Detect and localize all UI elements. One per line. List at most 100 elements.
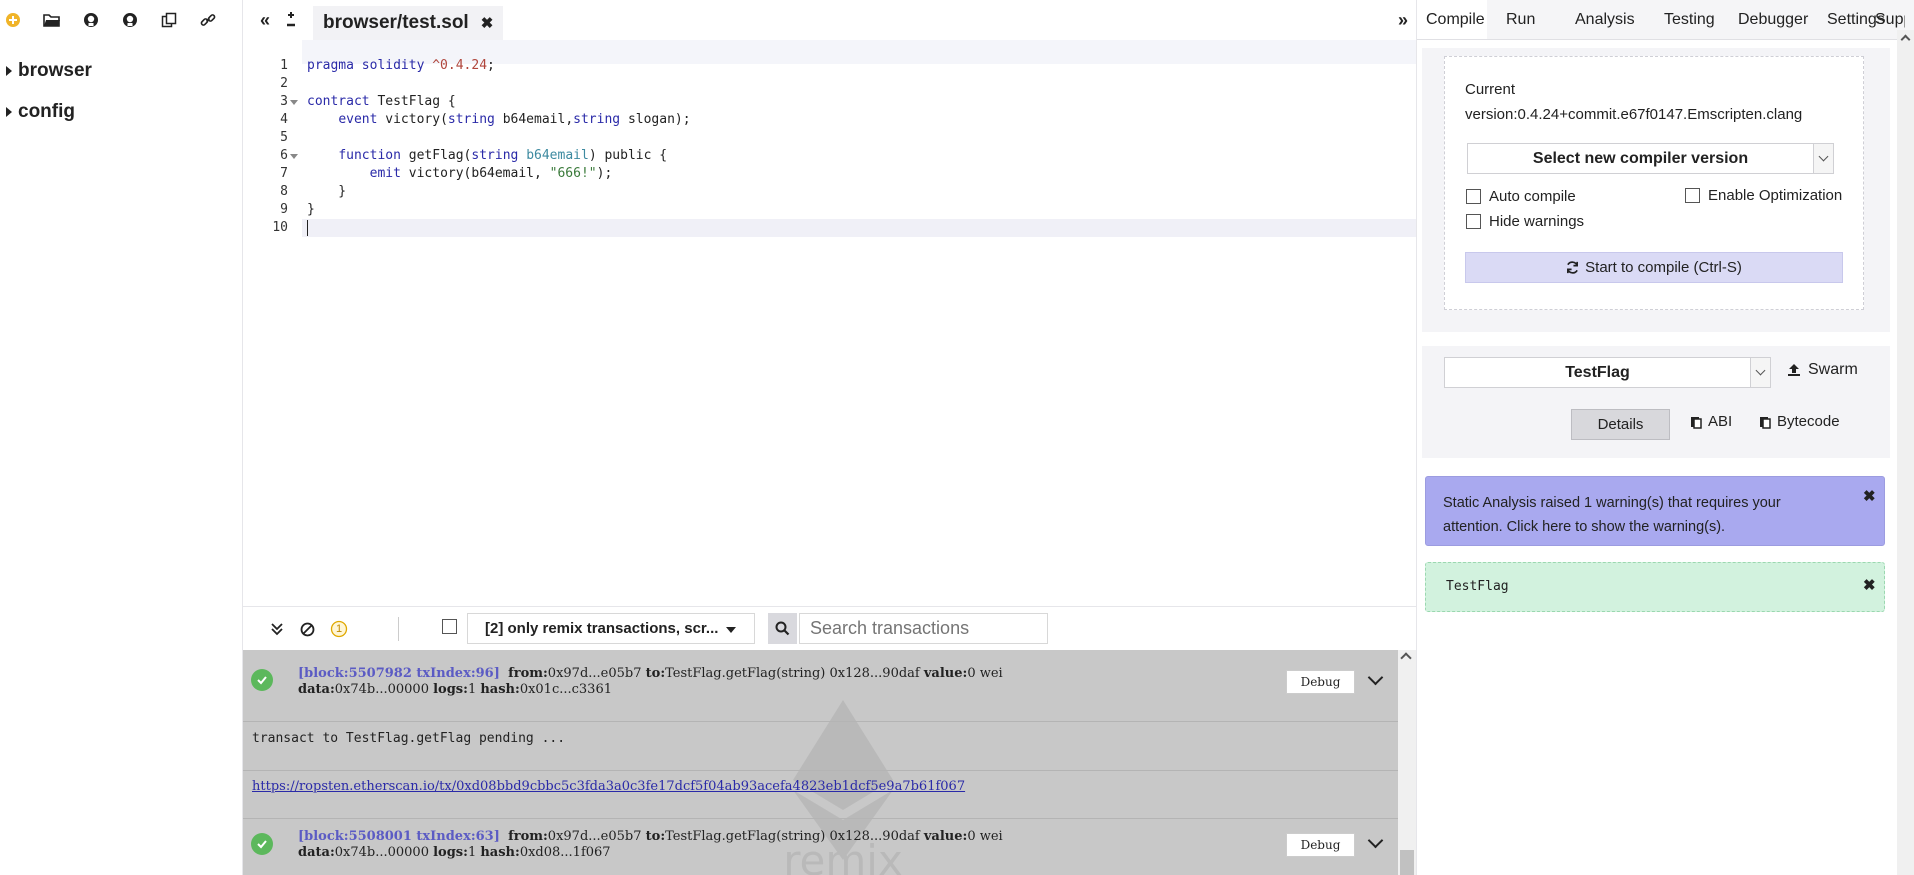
clear-terminal-icon[interactable] (297, 619, 317, 639)
search-transactions-input[interactable] (799, 613, 1048, 644)
code-area[interactable]: pragma solidity ^0.4.24; contract TestFl… (302, 40, 1416, 606)
field-value: TestFlag.getFlag(string) 0x128...90daf (665, 829, 920, 844)
bytecode-label: Bytecode (1777, 413, 1840, 430)
debug-button[interactable]: Debug (1286, 833, 1355, 857)
tree-folder-browser[interactable]: browser (6, 60, 92, 82)
terminal-toolbar: 1 [2] only remix transactions, scr... (243, 606, 1416, 650)
code-line: pragma solidity ^0.4.24; (307, 57, 495, 75)
check-icon (251, 833, 273, 855)
details-button[interactable]: Details (1571, 409, 1670, 440)
field-label: value: (923, 666, 968, 681)
block-info: [block:5507982 txIndex:96] (298, 666, 500, 681)
tree-folder-label: config (18, 101, 75, 122)
contract-select[interactable]: TestFlag (1444, 357, 1771, 388)
github-publish-icon[interactable] (81, 10, 101, 30)
field-value: 0x74b...00000 (334, 845, 429, 860)
file-tab[interactable]: browser/test.sol ✖ (313, 6, 504, 40)
contract-card: TestFlag Swarm Details ABI Bytecode (1422, 346, 1890, 458)
line-number: 5 (280, 130, 288, 145)
code-token: b64email, (494, 112, 574, 127)
field-label: logs: (433, 682, 468, 697)
field-value: 0x97d...e05b7 (547, 666, 642, 681)
line-number: 9 (280, 202, 288, 217)
publish-swarm-button[interactable]: Swarm (1787, 361, 1858, 379)
line-number: 7 (280, 166, 288, 181)
chevron-down-icon[interactable] (1813, 144, 1833, 173)
code-token: TestFlag { (369, 94, 456, 109)
etherscan-link[interactable]: https://ropsten.etherscan.io/tx/0xd08bbd… (252, 779, 965, 794)
line-number: 2 (280, 76, 288, 91)
tab-analysis[interactable]: Analysis (1575, 0, 1635, 39)
code-token: b64email (526, 148, 589, 163)
code-editor[interactable]: 1 2 3 4 5 6 7 8 9 10 pragma solidity ^0.… (243, 40, 1416, 606)
field-value: 0x97d...e05b7 (547, 829, 642, 844)
code-token: pragma solidity (307, 58, 425, 73)
open-folder-icon[interactable] (42, 10, 62, 30)
terminal-output[interactable]: remix [block:5507982 txIndex:96] from:0x… (243, 650, 1398, 875)
transaction-summary-line: [block:5508001 txIndex:63] from:0x97d...… (298, 829, 1003, 844)
add-file-icon[interactable] (3, 10, 23, 30)
hide-warnings-option[interactable]: Hide warnings (1466, 213, 1584, 230)
chevron-down-icon[interactable] (1750, 358, 1770, 387)
tree-folder-config[interactable]: config (6, 101, 75, 123)
field-value: TestFlag.getFlag(string) 0x128...90daf (665, 666, 920, 681)
code-token: event (338, 112, 378, 127)
enable-optimization-option[interactable]: Enable Optimization (1685, 187, 1842, 204)
increase-font-icon[interactable] (284, 6, 298, 34)
chevron-up-icon[interactable] (1900, 34, 1911, 45)
github-update-icon[interactable] (120, 10, 140, 30)
chevron-down-icon[interactable] (1367, 669, 1384, 686)
close-tab-icon[interactable]: ✖ (481, 14, 494, 32)
tab-testing[interactable]: Testing (1664, 0, 1715, 39)
active-line-highlight (302, 219, 1416, 237)
tab-run[interactable]: Run (1506, 0, 1535, 39)
divider (243, 721, 1398, 722)
hide-warnings-checkbox[interactable] (1466, 214, 1481, 229)
code-token: "666!" (549, 166, 597, 181)
close-icon[interactable]: ✖ (1863, 576, 1876, 594)
compiler-version-select[interactable]: Select new compiler version (1467, 143, 1834, 174)
start-compile-button[interactable]: Start to compile (Ctrl-S) (1465, 252, 1843, 283)
remix-ide: browser config « browser/test.sol ✖ » 1 … (0, 0, 1914, 875)
field-value: 0xd08...1f067 (519, 845, 611, 860)
transaction-detail-line: data:0x74b...00000 logs:1 hash:0xd08...1… (298, 845, 611, 860)
compile-success-card[interactable]: TestFlag ✖ (1425, 562, 1885, 612)
code-token: contract (307, 94, 370, 109)
pending-transactions-badge[interactable]: 1 (329, 619, 349, 639)
field-label: data: (298, 682, 335, 697)
code-token: function (338, 148, 401, 163)
minimize-terminal-icon[interactable] (267, 619, 287, 639)
swarm-label: Swarm (1808, 361, 1858, 378)
code-token: string (471, 148, 519, 163)
static-analysis-warning[interactable]: Static Analysis raised 1 warning(s) that… (1425, 476, 1885, 546)
scrollbar-thumb[interactable] (1400, 850, 1414, 875)
copy-abi-button[interactable]: ABI (1689, 413, 1732, 430)
fold-down-icon[interactable] (290, 100, 298, 105)
chevron-down-icon[interactable] (1367, 832, 1384, 849)
auto-compile-checkbox[interactable] (1466, 189, 1481, 204)
collapse-left-icon[interactable]: « (255, 6, 275, 34)
tab-debugger[interactable]: Debugger (1738, 0, 1808, 39)
fold-down-icon[interactable] (290, 154, 298, 159)
debug-button[interactable]: Debug (1286, 670, 1355, 694)
terminal-scrollbar[interactable] (1398, 650, 1416, 875)
search-icon[interactable] (768, 613, 797, 644)
right-panel-tabs: Compile Run Analysis Testing Debugger Se… (1417, 0, 1914, 40)
enable-optimization-checkbox[interactable] (1685, 188, 1700, 203)
close-icon[interactable]: ✖ (1863, 487, 1876, 505)
listen-network-checkbox[interactable] (442, 619, 457, 634)
line-number: 4 (280, 112, 288, 127)
copy-bytecode-button[interactable]: Bytecode (1758, 413, 1840, 430)
collapse-right-icon[interactable]: » (1393, 6, 1413, 34)
chevron-up-icon[interactable] (1400, 652, 1412, 664)
line-number-gutter: 1 2 3 4 5 6 7 8 9 10 (243, 40, 302, 606)
transaction-filter-select[interactable]: [2] only remix transactions, scr... (467, 613, 755, 644)
tab-compile[interactable]: Compile (1417, 0, 1487, 39)
connect-localhost-icon[interactable] (198, 10, 218, 30)
right-panel: Compile Run Analysis Testing Debugger Se… (1416, 0, 1914, 875)
auto-compile-option[interactable]: Auto compile (1466, 188, 1576, 205)
code-token: ) public { (588, 148, 668, 163)
copy-files-icon[interactable] (159, 10, 179, 30)
right-panel-scrollbar[interactable] (1897, 30, 1914, 875)
